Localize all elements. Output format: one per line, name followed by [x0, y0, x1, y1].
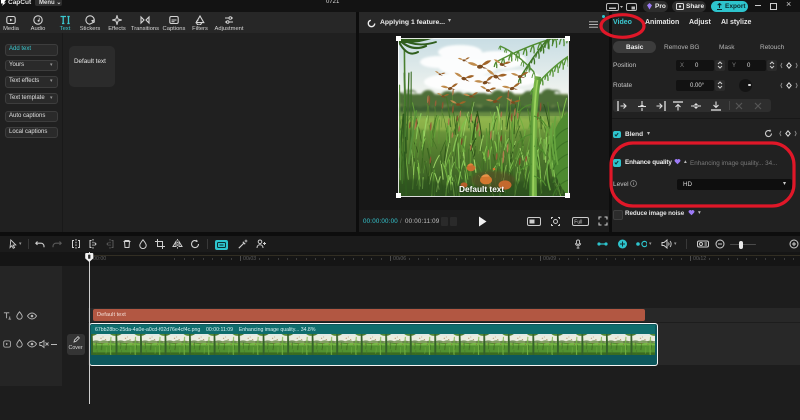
svg-text:Full: Full: [574, 220, 582, 226]
